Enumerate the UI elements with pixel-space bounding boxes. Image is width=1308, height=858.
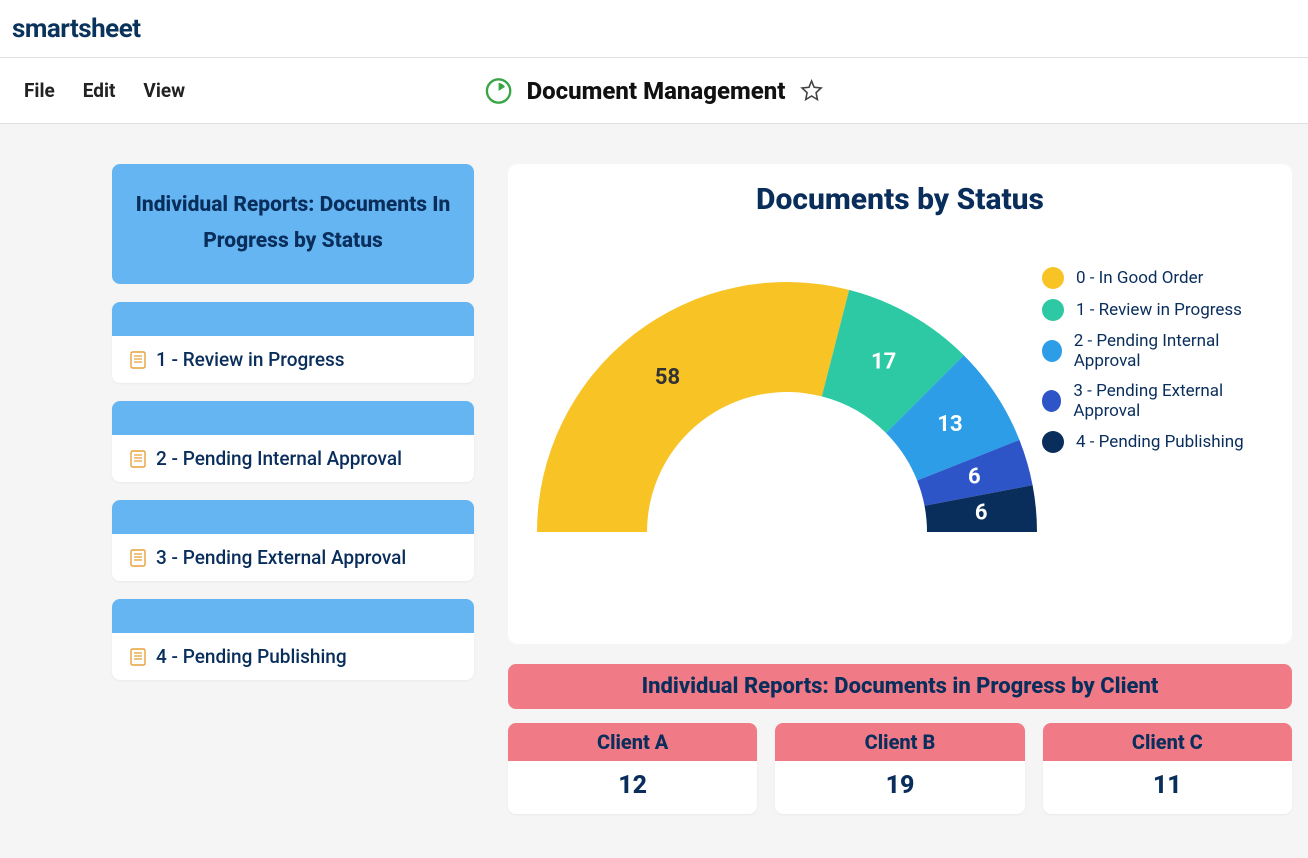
favorite-star-icon[interactable]: [799, 79, 823, 103]
report-icon: [130, 549, 146, 567]
legend-item: 0 - In Good Order: [1042, 267, 1268, 289]
client-card[interactable]: Client B 19: [775, 723, 1024, 814]
legend-item: 3 - Pending External Approval: [1042, 381, 1268, 421]
report-card-body: 4 - Pending Publishing: [112, 633, 474, 680]
dashboard-canvas: Individual Reports: Documents In Progres…: [0, 124, 1308, 814]
chart-legend: 0 - In Good Order 1 - Review in Progress…: [1042, 247, 1268, 463]
legend-item: 2 - Pending Internal Approval: [1042, 331, 1268, 371]
client-card-value: 19: [775, 761, 1024, 814]
report-card[interactable]: 3 - Pending External Approval: [112, 500, 474, 581]
client-card-value: 11: [1043, 761, 1292, 814]
donut-slice: [537, 282, 849, 532]
legend-item: 1 - Review in Progress: [1042, 299, 1268, 321]
menubar: File Edit View Document Management: [0, 58, 1308, 124]
main-column: Documents by Status 58 17 13 6 6 0 - In Good…: [508, 164, 1292, 814]
report-card-label: 2 - Pending Internal Approval: [156, 447, 402, 470]
report-card-label: 1 - Review in Progress: [156, 348, 345, 371]
sidebar: Individual Reports: Documents In Progres…: [112, 164, 474, 698]
legend-swatch: [1042, 299, 1064, 321]
menu-file[interactable]: File: [10, 71, 69, 110]
page-title: Document Management: [527, 77, 786, 105]
report-card-head: [112, 302, 474, 336]
app-logo: smartsheet: [12, 14, 141, 44]
client-card[interactable]: Client A 12: [508, 723, 757, 814]
donut-value-label: 58: [655, 365, 680, 390]
legend-label: 4 - Pending Publishing: [1076, 432, 1244, 452]
report-card[interactable]: 4 - Pending Publishing: [112, 599, 474, 680]
donut-value-label: 6: [968, 465, 981, 490]
sidebar-main-title: Individual Reports: Documents In Progres…: [130, 188, 456, 259]
legend-label: 1 - Review in Progress: [1076, 300, 1242, 320]
report-card-body: 2 - Pending Internal Approval: [112, 435, 474, 482]
report-card[interactable]: 1 - Review in Progress: [112, 302, 474, 383]
client-card-head: Client A: [508, 723, 757, 761]
report-card[interactable]: 2 - Pending Internal Approval: [112, 401, 474, 482]
menu-view[interactable]: View: [129, 71, 199, 110]
half-donut-chart: 58 17 13 6 6: [532, 247, 1042, 561]
report-icon: [130, 351, 146, 369]
client-card-head: Client B: [775, 723, 1024, 761]
client-section-header: Individual Reports: Documents in Progres…: [508, 664, 1292, 709]
report-card-body: 1 - Review in Progress: [112, 336, 474, 383]
topbar: smartsheet: [0, 0, 1308, 58]
legend-swatch: [1042, 431, 1064, 453]
legend-label: 2 - Pending Internal Approval: [1074, 331, 1268, 371]
dashboard-icon: [485, 77, 513, 105]
title-group: Document Management: [485, 77, 824, 105]
donut-value-label: 13: [937, 412, 962, 437]
legend-label: 3 - Pending External Approval: [1073, 381, 1268, 421]
report-icon: [130, 450, 146, 468]
report-card-head: [112, 500, 474, 534]
sidebar-main-card: Individual Reports: Documents In Progres…: [112, 164, 474, 284]
donut-value-label: 17: [871, 350, 896, 375]
legend-swatch: [1042, 267, 1064, 289]
donut-value-label: 6: [975, 501, 988, 526]
client-card-value: 12: [508, 761, 757, 814]
client-card[interactable]: Client C 11: [1043, 723, 1292, 814]
legend-swatch: [1042, 340, 1062, 362]
report-icon: [130, 648, 146, 666]
report-card-body: 3 - Pending External Approval: [112, 534, 474, 581]
report-card-label: 4 - Pending Publishing: [156, 645, 347, 668]
report-card-head: [112, 599, 474, 633]
legend-item: 4 - Pending Publishing: [1042, 431, 1268, 453]
report-card-head: [112, 401, 474, 435]
chart-panel: Documents by Status 58 17 13 6 6 0 - In Good…: [508, 164, 1292, 644]
menu-edit[interactable]: Edit: [69, 71, 130, 110]
legend-label: 0 - In Good Order: [1076, 268, 1203, 288]
chart-title: Documents by Status: [532, 182, 1268, 217]
report-card-label: 3 - Pending External Approval: [156, 546, 406, 569]
client-row: Client A 12Client B 19Client C 11: [508, 723, 1292, 814]
legend-swatch: [1042, 390, 1061, 412]
client-card-head: Client C: [1043, 723, 1292, 761]
